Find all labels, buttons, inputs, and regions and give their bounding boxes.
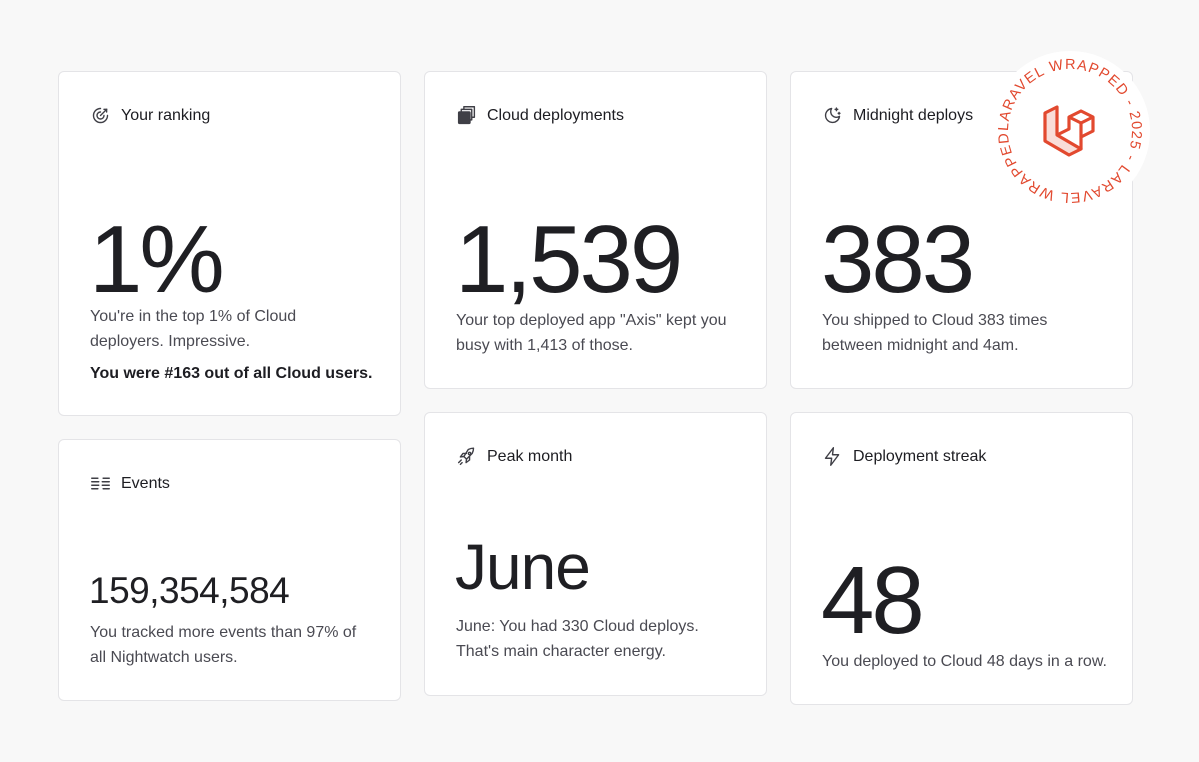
peak-header: Peak month — [456, 446, 572, 467]
ranking-value: 1% — [89, 206, 225, 313]
ranking-card: Your ranking 1% You're in the top 1% of … — [58, 71, 401, 416]
deployments-header: Cloud deployments — [456, 105, 624, 126]
ranking-description: You're in the top 1% of Cloud deployers.… — [90, 304, 376, 386]
midnight-description: You shipped to Cloud 383 times between m… — [822, 312, 1048, 354]
streak-description: You deployed to Cloud 48 days in a row. — [822, 653, 1107, 670]
streak-title: Deployment streak — [853, 447, 987, 465]
peak-description: June: You had 330 Cloud deploys. That's … — [456, 618, 699, 660]
streak-value: 48 — [821, 547, 925, 654]
events-description: You tracked more events than 97% of all … — [90, 624, 357, 666]
events-header: Events — [90, 473, 170, 494]
streak-card: Deployment streak 48 You deployed to Clo… — [790, 412, 1133, 705]
peak-card: Peak month June June: You had 330 Cloud … — [424, 412, 767, 696]
events-value: 159,354,584 — [89, 570, 290, 611]
midnight-header: Midnight deploys — [822, 105, 973, 126]
moon-stars-icon — [822, 105, 843, 126]
peak-title: Peak month — [487, 447, 573, 465]
laravel-wrapped-badge: LARAVEL WRAPPED - 2025 - LARAVEL WRAPPED… — [988, 49, 1150, 211]
midnight-value: 383 — [821, 206, 975, 313]
midnight-title: Midnight deploys — [853, 106, 974, 124]
peak-value: June — [455, 531, 591, 603]
ranking-rank-text: You were #163 out of all Cloud users. — [90, 365, 373, 382]
ranking-header: Your ranking — [90, 105, 210, 126]
stacked-squares-icon — [456, 105, 477, 126]
target-icon — [90, 105, 111, 126]
events-card: Events 159,354,584 You tracked more even… — [58, 439, 401, 701]
deployments-value: 1,539 — [455, 206, 683, 313]
deployments-title: Cloud deployments — [487, 106, 624, 124]
events-waves-icon — [90, 473, 111, 494]
deployments-card: Cloud deployments 1,539 Your top deploye… — [424, 71, 767, 389]
ranking-title: Your ranking — [121, 106, 211, 124]
events-title: Events — [121, 474, 170, 492]
deployments-description: Your top deployed app "Axis" kept you bu… — [456, 312, 727, 354]
lightning-icon — [822, 446, 843, 467]
streak-header: Deployment streak — [822, 446, 986, 467]
rocket-icon — [456, 446, 477, 467]
